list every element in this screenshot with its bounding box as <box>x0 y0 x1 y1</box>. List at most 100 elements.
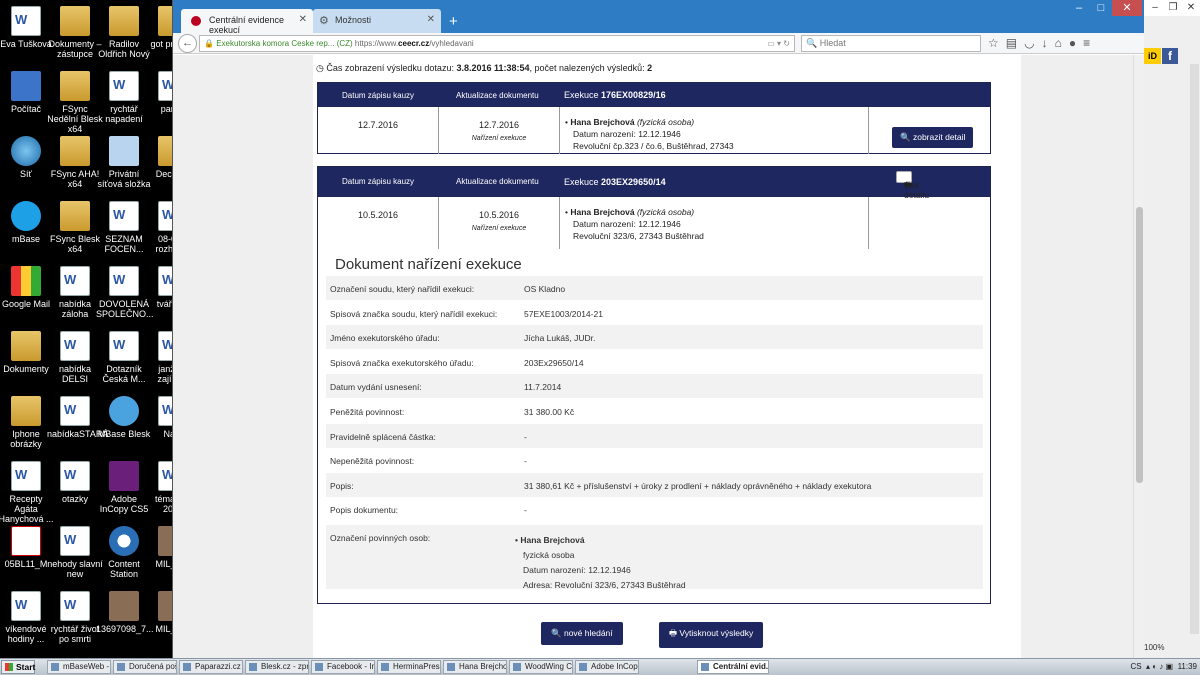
exec-no: 203EX29650/14 <box>601 177 666 187</box>
bookmark-star-icon[interactable]: ☆ <box>988 36 999 50</box>
ie-icon <box>109 396 139 426</box>
timestamp-value: 3.8.2016 11:38:54 <box>456 63 530 73</box>
taskbar-task[interactable]: mBaseWeb - In... <box>47 660 111 674</box>
desktop-icon[interactable]: mBase <box>0 199 54 261</box>
close-tab-icon[interactable]: ✕ <box>427 14 435 25</box>
browser-window: Centrální evidence exekucí ✕ ⚙ Možnosti … <box>172 0 1145 658</box>
folder-icon <box>60 71 90 101</box>
download-icon[interactable]: ↓ <box>1042 36 1048 50</box>
show-detail-button[interactable]: 🔍 zobrazit detail <box>892 127 974 148</box>
background-scrollbar[interactable] <box>1190 64 1199 634</box>
taskbar-task[interactable]: Adobe InCopy ... <box>575 660 639 674</box>
field-value: - <box>524 456 527 467</box>
desktop-icon[interactable]: Google Mail <box>0 264 54 326</box>
desktop: Eva TuškováDokumenty – zástupceRadilov O… <box>0 0 196 658</box>
gmail-icon <box>11 266 41 296</box>
close-tab-icon[interactable]: ✕ <box>299 14 307 25</box>
desktop-icon[interactable]: MBase Blesk <box>96 394 152 456</box>
start-button[interactable]: Start <box>1 660 35 674</box>
tab-central-registry[interactable]: Centrální evidence exekucí ✕ <box>181 9 313 35</box>
taskbar-task[interactable]: Paparazzi.cz - r... <box>179 660 243 674</box>
desktop-icon[interactable]: Content Station <box>96 524 152 586</box>
minimize-icon[interactable]: – <box>1068 0 1090 16</box>
taskbar-task[interactable]: Hana Brejchov... <box>443 660 507 674</box>
desktop-icon[interactable]: Eva Tušková <box>0 4 54 66</box>
reload-icon[interactable]: ▭ ▾ ↻ <box>767 36 790 51</box>
chat-icon[interactable]: ● <box>1069 36 1076 50</box>
desktop-icon-label: víkendové hodiny ... <box>5 624 47 644</box>
new-search-button[interactable]: 🔍 nové hledání <box>541 622 623 645</box>
document-row: Jméno exekutorského úřadu: Jícha Lukáš, J… <box>326 325 983 350</box>
desktop-icon[interactable]: nehody slavní new <box>47 524 103 586</box>
desktop-icon-label: rychtář napadení <box>105 104 143 124</box>
desktop-icon[interactable]: FSync Nedělní Blesk x64 <box>47 69 103 134</box>
desktop-icon-label: MBase Blesk <box>97 429 151 439</box>
desktop-icon[interactable]: Dokumenty <box>0 329 54 391</box>
print-detail-button[interactable]: 🖶 Tisk detailu <box>896 171 929 200</box>
desktop-icon[interactable]: SEZNAM FOCEN... <box>96 199 152 261</box>
desktop-icon-label: Dokumenty <box>3 364 49 374</box>
desktop-icon[interactable]: rychtář život po smrti <box>47 589 103 651</box>
address-bar[interactable]: 🔒 Exekutorska komora Ceske rep... (CZ) h… <box>199 35 795 52</box>
taskbar-task[interactable]: Facebook - Int... <box>311 660 375 674</box>
butterfly-icon <box>11 201 41 231</box>
update-date: 10.5.2016 <box>478 210 520 220</box>
desktop-icon[interactable]: Síť <box>0 134 54 196</box>
desktop-icon[interactable]: otazky <box>47 459 103 521</box>
search-input[interactable]: 🔍 Hledat <box>801 35 981 52</box>
site-identity[interactable]: Exekutorska komora Ceske rep... (CZ) <box>216 39 352 48</box>
desktop-icon[interactable]: Adobe InCopy CS5 <box>96 459 152 521</box>
desktop-icon[interactable]: rychtář napadení <box>96 69 152 131</box>
desktop-icon-label: Content Station <box>108 559 140 579</box>
taskbar-task[interactable]: WoodWing Con... <box>509 660 573 674</box>
taskbar-task[interactable]: Centrální evid... <box>697 660 769 674</box>
menu-icon[interactable]: ≡ <box>1083 36 1090 50</box>
desktop-icon[interactable]: nabídka DELSI <box>47 329 103 391</box>
taskbar-task[interactable]: Blesk.cz - zpráv... <box>245 660 309 674</box>
maximize-icon[interactable]: □ <box>1090 0 1112 16</box>
restore-icon[interactable]: ❐ <box>1164 0 1182 16</box>
clock[interactable]: 11:39 <box>1178 662 1197 671</box>
desktop-icon[interactable]: FSync Blesk x64 <box>47 199 103 261</box>
query-timestamp: ◷ Čas zobrazení výsledku dotazu: 3.8.201… <box>316 63 652 74</box>
reading-list-icon[interactable]: ▤ <box>1006 36 1017 50</box>
desktop-icon[interactable]: Recepty Agáta Hanychová ... <box>0 459 54 524</box>
desktop-icon-label: DOVOLENÁ SPOLEČNO... <box>96 299 154 319</box>
print-results-button[interactable]: 🖶 Vytisknout výsledky <box>659 622 764 648</box>
id-badge-icon[interactable]: iD <box>1144 48 1161 64</box>
minimize-icon[interactable]: – <box>1146 0 1164 16</box>
close-window-icon[interactable]: ✕ <box>1112 0 1142 16</box>
window-controls: – □ ✕ <box>1068 0 1142 16</box>
desktop-icon[interactable]: nabídkaSTARÁ <box>47 394 108 456</box>
url-domain: ceecr.cz <box>398 39 430 48</box>
desktop-icon[interactable]: víkendové hodiny ... <box>0 589 54 651</box>
entry-date: 12.7.2016 <box>318 107 439 154</box>
back-arrow-icon[interactable]: ← <box>178 34 197 53</box>
folder-icon <box>60 201 90 231</box>
facebook-icon[interactable]: f <box>1162 48 1178 64</box>
new-tab-button[interactable]: + <box>449 13 458 30</box>
desktop-icon[interactable]: Dokumenty – zástupce <box>47 4 103 66</box>
folder-icon <box>60 6 90 36</box>
field-value: 203Ex29650/14 <box>524 357 584 368</box>
desktop-icon[interactable]: Radilov Oldřich Nový <box>96 4 152 66</box>
desktop-icon[interactable]: nabídka záloha <box>47 264 103 326</box>
tab-options[interactable]: ⚙ Možnosti ✕ <box>313 9 441 33</box>
desktop-icon[interactable]: Privátní síťová složka <box>96 134 152 196</box>
desktop-icon[interactable]: Počítač <box>0 69 54 131</box>
desktop-icon[interactable]: FSync AHA! x64 <box>47 134 103 196</box>
desktop-icon[interactable]: 05BL11_M <box>0 524 54 586</box>
tab-label: Centrální evidence exekucí <box>209 15 285 35</box>
desktop-icon[interactable]: 13697098_7... <box>96 589 154 651</box>
field-value: OS Kladno <box>524 284 566 294</box>
language-indicator[interactable]: CS <box>1130 662 1141 671</box>
close-icon[interactable]: ✕ <box>1182 0 1200 16</box>
desktop-icon[interactable]: Dotazník Česká M... <box>96 329 152 391</box>
scrollbar-thumb[interactable] <box>1136 207 1143 483</box>
desktop-icon[interactable]: Iphone obrázky <box>0 394 54 456</box>
pocket-icon[interactable]: ◡ <box>1024 36 1034 50</box>
taskbar-task[interactable]: HerminaPress - ... <box>377 660 441 674</box>
taskbar-task[interactable]: Doručená pošta... <box>113 660 177 674</box>
desktop-icon[interactable]: DOVOLENÁ SPOLEČNO... <box>96 264 154 326</box>
home-icon[interactable]: ⌂ <box>1055 36 1062 50</box>
